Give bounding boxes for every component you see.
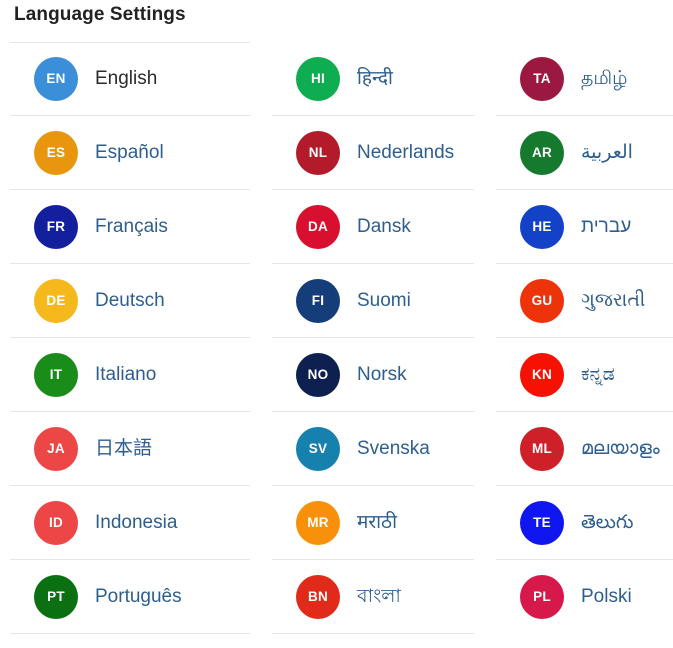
language-name-label[interactable]: Polski — [581, 585, 632, 609]
language-name-label[interactable]: తెలుగు — [581, 511, 633, 535]
language-code-badge: GU — [520, 278, 564, 323]
language-name-label[interactable]: Norsk — [357, 363, 407, 387]
language-code-badge: ML — [520, 426, 564, 471]
language-name-label[interactable]: Suomi — [357, 289, 411, 313]
language-name-label[interactable]: עברית — [581, 215, 631, 239]
language-row[interactable]: ID Indonesia — [10, 486, 250, 560]
language-name-label[interactable]: বাংলা — [357, 585, 401, 609]
language-row[interactable]: PT Português — [10, 560, 250, 634]
language-row[interactable]: HI हिन्दी — [272, 42, 474, 116]
language-row[interactable]: KN ಕನ್ನಡ — [496, 338, 673, 412]
language-code-badge: DA — [296, 204, 340, 249]
language-code-badge: BN — [296, 574, 340, 619]
language-column: EN English ES Español FR Français DE Deutsch IT I… — [0, 42, 252, 634]
language-row[interactable]: FI Suomi — [272, 264, 474, 338]
language-row[interactable]: BN বাংলা — [272, 560, 474, 634]
language-row[interactable]: HE עברית — [496, 190, 673, 264]
language-row[interactable]: TA தமிழ் — [496, 42, 673, 116]
language-row[interactable]: NL Nederlands — [272, 116, 474, 190]
language-row[interactable]: GU ગુજરાતી — [496, 264, 673, 338]
language-row[interactable]: PL Polski — [496, 560, 673, 634]
language-name-label[interactable]: ಕನ್ನಡ — [581, 363, 615, 387]
language-row[interactable]: FR Français — [10, 190, 250, 264]
language-code-badge: FR — [34, 204, 78, 249]
language-row[interactable]: NO Norsk — [272, 338, 474, 412]
language-code-badge: HI — [296, 56, 340, 101]
language-code-badge: SV — [296, 426, 340, 471]
language-code-badge: TA — [520, 56, 564, 101]
language-name-label[interactable]: Français — [95, 215, 168, 239]
language-code-badge: HE — [520, 204, 564, 249]
language-row[interactable]: JA 日本語 — [10, 412, 250, 486]
language-row[interactable]: MR मराठी — [272, 486, 474, 560]
language-name-label[interactable]: العربية — [581, 141, 633, 165]
language-code-badge: EN — [34, 57, 78, 101]
language-row[interactable]: TE తెలుగు — [496, 486, 673, 560]
language-row[interactable]: DA Dansk — [272, 190, 474, 264]
language-name-label[interactable]: ગુજરાતી — [581, 289, 645, 313]
language-row[interactable]: EN English — [10, 42, 250, 116]
language-name-label[interactable]: Español — [95, 141, 164, 165]
language-code-badge: IT — [34, 352, 78, 397]
language-name-label[interactable]: Italiano — [95, 363, 156, 387]
language-name-label[interactable]: Indonesia — [95, 511, 177, 535]
language-list: EN English ES Español FR Français DE Deutsch IT I… — [0, 42, 673, 634]
language-row[interactable]: IT Italiano — [10, 338, 250, 412]
language-code-badge: FI — [296, 278, 340, 323]
language-code-badge: JA — [34, 426, 78, 471]
language-code-badge: MR — [296, 500, 340, 545]
language-row[interactable]: SV Svenska — [272, 412, 474, 486]
language-code-badge: PL — [520, 575, 564, 619]
language-name-label[interactable]: हिन्दी — [357, 67, 393, 91]
language-name-label[interactable]: മലയാളം — [581, 437, 660, 461]
language-code-badge: TE — [520, 500, 564, 545]
language-code-badge: ID — [34, 500, 78, 545]
language-name-label[interactable]: 日本語 — [95, 437, 152, 461]
language-row[interactable]: ES Español — [10, 116, 250, 190]
language-name-label[interactable]: Português — [95, 585, 182, 609]
language-name-label[interactable]: English — [95, 67, 157, 91]
language-row[interactable]: DE Deutsch — [10, 264, 250, 338]
language-name-label[interactable]: தமிழ் — [581, 67, 627, 91]
language-code-badge: AR — [520, 130, 564, 175]
language-name-label[interactable]: मराठी — [357, 511, 397, 535]
language-code-badge: DE — [34, 278, 78, 323]
language-name-label[interactable]: Dansk — [357, 215, 411, 239]
language-code-badge: KN — [520, 352, 564, 397]
page-title: Language Settings — [14, 4, 186, 25]
language-row[interactable]: AR العربية — [496, 116, 673, 190]
language-code-badge: PT — [34, 574, 78, 619]
language-row[interactable]: ML മലയാളം — [496, 412, 673, 486]
language-name-label[interactable]: Svenska — [357, 437, 430, 461]
language-settings-page: Language Settings EN English ES Español FR Fr… — [0, 0, 673, 648]
language-name-label[interactable]: Deutsch — [95, 289, 165, 313]
language-code-badge: NL — [296, 130, 340, 175]
language-code-badge: ES — [34, 130, 78, 175]
language-column: TA தமிழ் AR العربية HE עברית GU ગુજરાતી KN ಕನ್ನಡ M… — [476, 42, 673, 634]
language-name-label[interactable]: Nederlands — [357, 141, 454, 165]
language-code-badge: NO — [296, 352, 340, 397]
language-column: HI हिन्दी NL Nederlands DA Dansk FI Suomi NO Nors… — [252, 42, 476, 634]
